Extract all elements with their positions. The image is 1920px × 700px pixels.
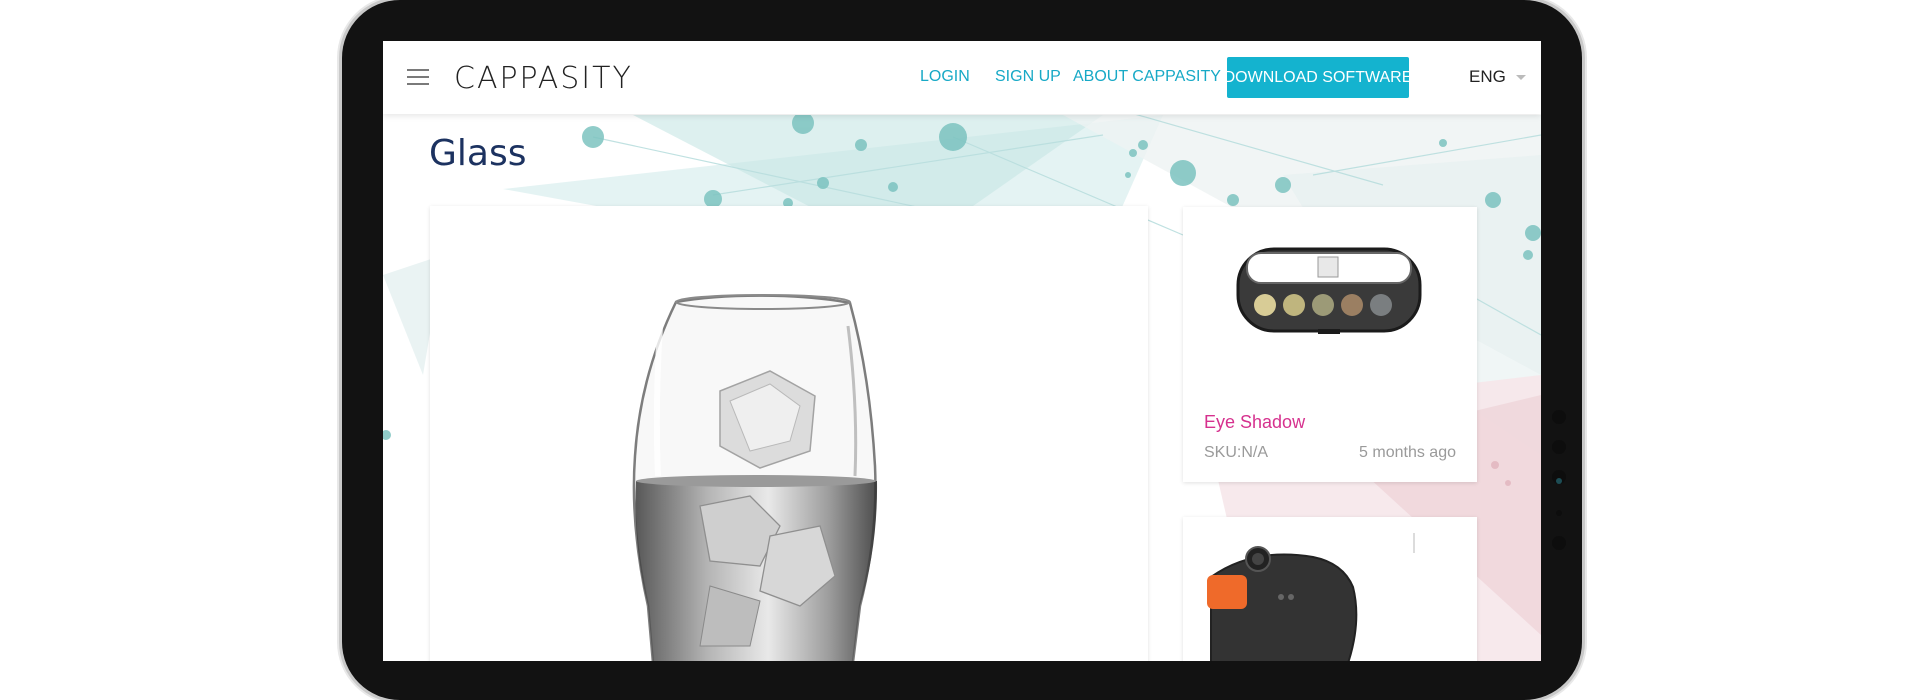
download-software-button[interactable]: DOWNLOAD SOFTWARE: [1224, 57, 1412, 98]
cappasity-logo[interactable]: CAPPASITY: [454, 61, 633, 96]
language-selector[interactable]: ENG: [1469, 67, 1506, 87]
glass-product-image: [632, 294, 878, 661]
about-cappasity-link[interactable]: ABOUT CAPPASITY: [1073, 68, 1221, 86]
gamepad-product-image: [1207, 533, 1415, 661]
product-card[interactable]: [1183, 517, 1477, 661]
3d-viewer[interactable]: [430, 206, 1148, 661]
tablet-side-buttons: [1552, 410, 1566, 560]
page-title: Glass: [429, 133, 527, 174]
signup-link[interactable]: SIGN UP: [995, 68, 1061, 86]
screen: CAPPASITY LOGIN SIGN UP ABOUT CAPPASITY …: [383, 41, 1541, 661]
caret-down-icon[interactable]: [1516, 75, 1526, 80]
login-link[interactable]: LOGIN: [920, 68, 970, 86]
product-card[interactable]: Eye Shadow SKU:N/A 5 months ago: [1183, 207, 1477, 482]
hamburger-icon[interactable]: [407, 69, 429, 85]
card-title[interactable]: Eye Shadow: [1204, 412, 1305, 433]
card-sku: SKU:N/A: [1204, 444, 1269, 461]
top-navbar: CAPPASITY LOGIN SIGN UP ABOUT CAPPASITY …: [383, 41, 1541, 114]
eye-shadow-product-image: [1236, 247, 1422, 334]
card-timestamp: 5 months ago: [1359, 444, 1456, 461]
